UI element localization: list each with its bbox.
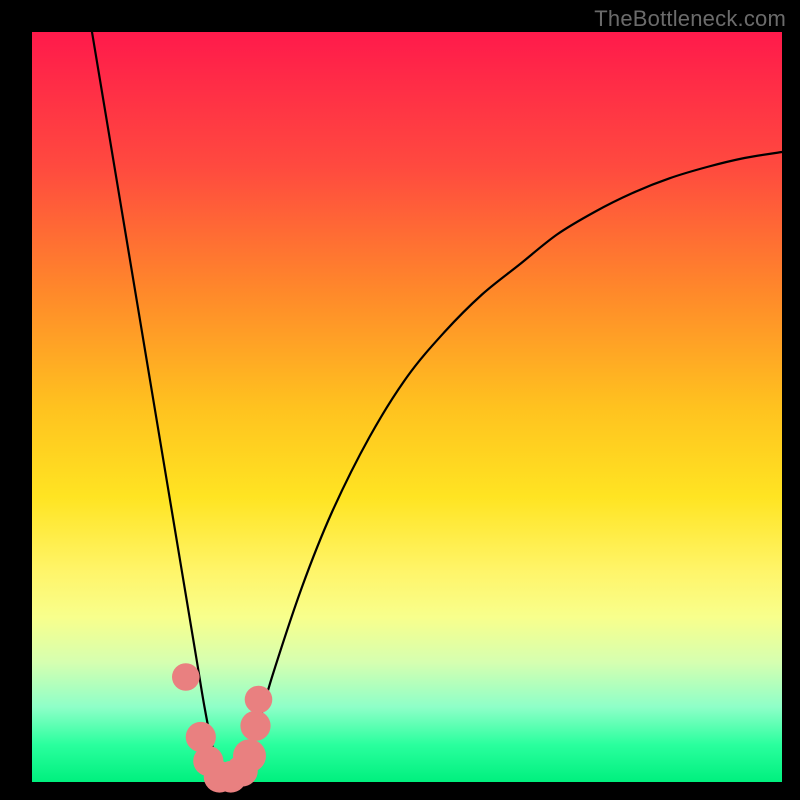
- chart-frame: TheBottleneck.com: [0, 0, 800, 800]
- data-marker: [172, 663, 200, 691]
- watermark-text: TheBottleneck.com: [594, 6, 786, 32]
- data-marker: [233, 739, 266, 772]
- data-marker: [240, 711, 270, 741]
- chart-svg: [32, 32, 782, 782]
- plot-area: [32, 32, 782, 782]
- data-marker: [245, 686, 273, 714]
- marker-group: [172, 663, 272, 792]
